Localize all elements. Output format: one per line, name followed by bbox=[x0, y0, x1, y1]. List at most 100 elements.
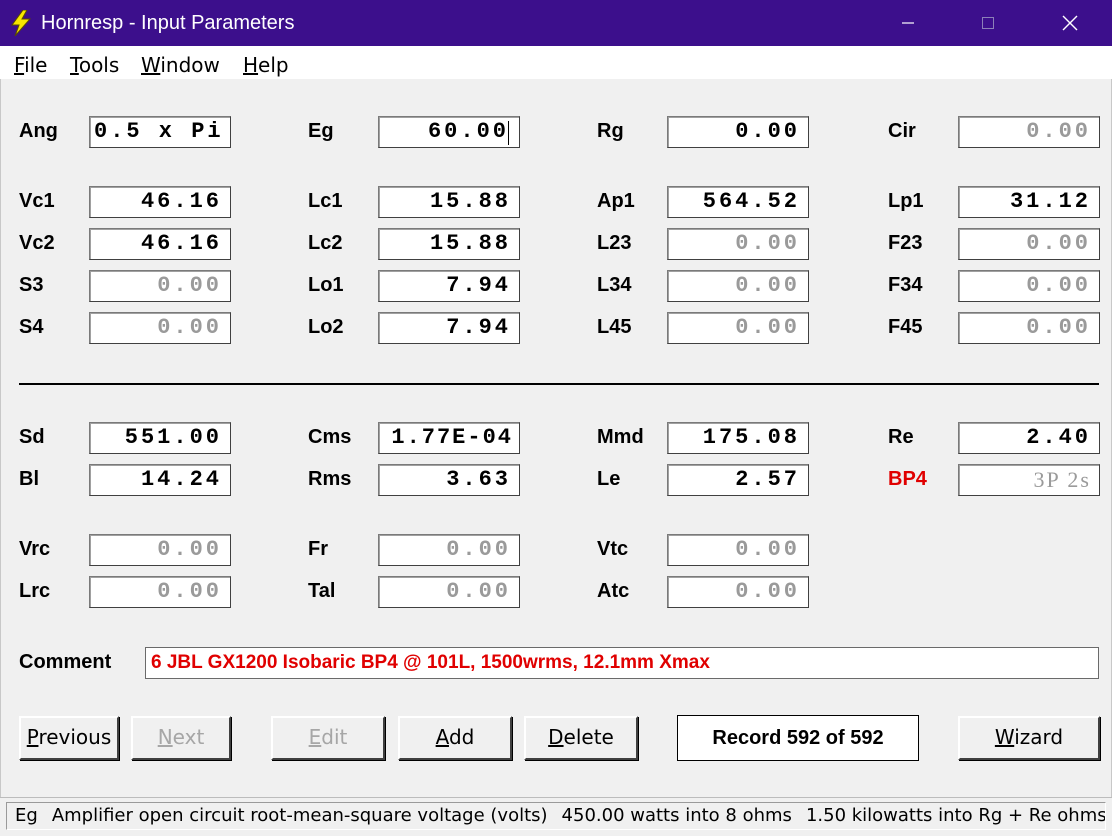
s4-field[interactable]: 0.00 bbox=[89, 312, 231, 344]
window-title: Hornresp - Input Parameters bbox=[41, 12, 295, 34]
s3-field[interactable]: 0.00 bbox=[89, 270, 231, 302]
lc1-field[interactable]: 15.88 bbox=[378, 186, 520, 218]
fr-field[interactable]: 0.00 bbox=[378, 534, 520, 566]
ap1-label: Ap1 bbox=[597, 190, 635, 212]
menu-file[interactable]: File bbox=[14, 53, 47, 77]
f34-field[interactable]: 0.00 bbox=[958, 270, 1100, 302]
previous-accel: P bbox=[26, 725, 39, 749]
maximize-button[interactable] bbox=[948, 0, 1028, 46]
menu-help[interactable]: Help bbox=[243, 53, 289, 77]
sd-label: Sd bbox=[19, 426, 45, 448]
f23-field[interactable]: 0.00 bbox=[958, 228, 1100, 260]
lrc-field[interactable]: 0.00 bbox=[89, 576, 231, 608]
minimize-icon bbox=[902, 22, 914, 24]
cms-label: Cms bbox=[308, 426, 352, 448]
next-accel: N bbox=[157, 725, 173, 749]
vrc-field[interactable]: 0.00 bbox=[89, 534, 231, 566]
atc-field[interactable]: 0.00 bbox=[667, 576, 809, 608]
l23-label: L23 bbox=[597, 232, 632, 254]
previous-label: revious bbox=[38, 725, 112, 749]
lrc-label: Lrc bbox=[19, 580, 51, 602]
comment-field[interactable]: 6 JBL GX1200 Isobaric BP4 @ 101L, 1500wr… bbox=[145, 647, 1099, 679]
atc-label: Atc bbox=[597, 580, 630, 602]
minimize-button[interactable] bbox=[868, 0, 948, 46]
menu-file-accel: F bbox=[14, 53, 25, 77]
lightning-bolt-icon bbox=[11, 10, 32, 36]
sd-field[interactable]: 551.00 bbox=[89, 422, 231, 454]
edit-accel: E bbox=[308, 725, 322, 749]
input-parameters-panel: Ang 0.5 x Pi Eg 60.00 Rg 0.00 Cir 0.00 V… bbox=[0, 79, 1112, 797]
title-bar[interactable]: Hornresp - Input Parameters bbox=[0, 0, 1112, 46]
cir-label: Cir bbox=[888, 120, 916, 142]
re-label: Re bbox=[888, 426, 914, 448]
delete-accel: D bbox=[548, 725, 564, 749]
ap1-field[interactable]: 564.52 bbox=[667, 186, 809, 218]
menu-window-accel: W bbox=[141, 53, 161, 77]
status-power-rg-re: 1.50 kilowatts into Rg + Re ohms bbox=[805, 805, 1106, 826]
l45-field[interactable]: 0.00 bbox=[667, 312, 809, 344]
tal-field[interactable]: 0.00 bbox=[378, 576, 520, 608]
rg-field[interactable]: 0.00 bbox=[667, 116, 809, 148]
section-divider bbox=[19, 383, 1099, 385]
l45-label: L45 bbox=[597, 316, 632, 338]
close-button[interactable] bbox=[1030, 0, 1110, 46]
lc2-label: Lc2 bbox=[308, 232, 343, 254]
vc1-field[interactable]: 46.16 bbox=[89, 186, 231, 218]
rms-field[interactable]: 3.63 bbox=[378, 464, 520, 496]
f45-field[interactable]: 0.00 bbox=[958, 312, 1100, 344]
add-accel: A bbox=[435, 725, 449, 749]
lo2-label: Lo2 bbox=[308, 316, 344, 338]
cir-field[interactable]: 0.00 bbox=[958, 116, 1100, 148]
bl-label: Bl bbox=[19, 468, 39, 490]
close-icon bbox=[1062, 15, 1078, 31]
ang-label: Ang bbox=[19, 120, 58, 142]
vc2-field[interactable]: 46.16 bbox=[89, 228, 231, 260]
wizard-button[interactable]: Wizard bbox=[958, 716, 1100, 760]
bp4-label[interactable]: BP4 bbox=[888, 468, 927, 491]
s3-label: S3 bbox=[19, 274, 44, 296]
vc1-label: Vc1 bbox=[19, 190, 55, 212]
status-description: Amplifier open circuit root-mean-square … bbox=[51, 805, 548, 826]
fr-label: Fr bbox=[308, 538, 328, 560]
re-field[interactable]: 2.40 bbox=[958, 422, 1100, 454]
le-label: Le bbox=[597, 468, 621, 490]
lc1-label: Lc1 bbox=[308, 190, 343, 212]
menu-help-accel: H bbox=[243, 53, 259, 77]
previous-button[interactable]: Previous bbox=[19, 716, 119, 760]
next-button[interactable]: Next bbox=[131, 716, 231, 760]
menu-window[interactable]: Window bbox=[141, 53, 220, 77]
mmd-label: Mmd bbox=[597, 426, 644, 448]
menu-help-label: elp bbox=[258, 53, 289, 77]
bl-field[interactable]: 14.24 bbox=[89, 464, 231, 496]
status-panel: Eg Amplifier open circuit root-mean-squar… bbox=[6, 802, 1106, 830]
menu-file-label: ile bbox=[24, 53, 48, 77]
l34-field[interactable]: 0.00 bbox=[667, 270, 809, 302]
lo1-field[interactable]: 7.94 bbox=[378, 270, 520, 302]
ang-field[interactable]: 0.5 x Pi bbox=[89, 116, 231, 148]
record-indicator: Record 592 of 592 bbox=[677, 715, 919, 761]
comment-label: Comment bbox=[19, 651, 112, 673]
menu-tools[interactable]: Tools bbox=[70, 53, 119, 77]
vtc-field[interactable]: 0.00 bbox=[667, 534, 809, 566]
add-button[interactable]: Add bbox=[398, 716, 512, 760]
l23-field[interactable]: 0.00 bbox=[667, 228, 809, 260]
status-bar: Eg Amplifier open circuit root-mean-squar… bbox=[0, 797, 1112, 836]
delete-button[interactable]: Delete bbox=[524, 716, 638, 760]
menu-tools-accel: T bbox=[70, 53, 79, 77]
lo2-field[interactable]: 7.94 bbox=[378, 312, 520, 344]
delete-label: elete bbox=[563, 725, 614, 749]
menu-bar: File Tools Window Help bbox=[0, 46, 1112, 79]
eg-field[interactable]: 60.00 bbox=[378, 116, 520, 148]
bp4-field[interactable]: 3P 2s bbox=[958, 464, 1100, 496]
edit-label: dit bbox=[321, 725, 348, 749]
lp1-field[interactable]: 31.12 bbox=[958, 186, 1100, 218]
edit-button[interactable]: Edit bbox=[271, 716, 385, 760]
s4-label: S4 bbox=[19, 316, 44, 338]
le-field[interactable]: 2.57 bbox=[667, 464, 809, 496]
mmd-field[interactable]: 175.08 bbox=[667, 422, 809, 454]
next-label: ext bbox=[172, 725, 205, 749]
lc2-field[interactable]: 15.88 bbox=[378, 228, 520, 260]
add-label: dd bbox=[448, 725, 475, 749]
l34-label: L34 bbox=[597, 274, 632, 296]
cms-field[interactable]: 1.77E-04 bbox=[378, 422, 520, 454]
